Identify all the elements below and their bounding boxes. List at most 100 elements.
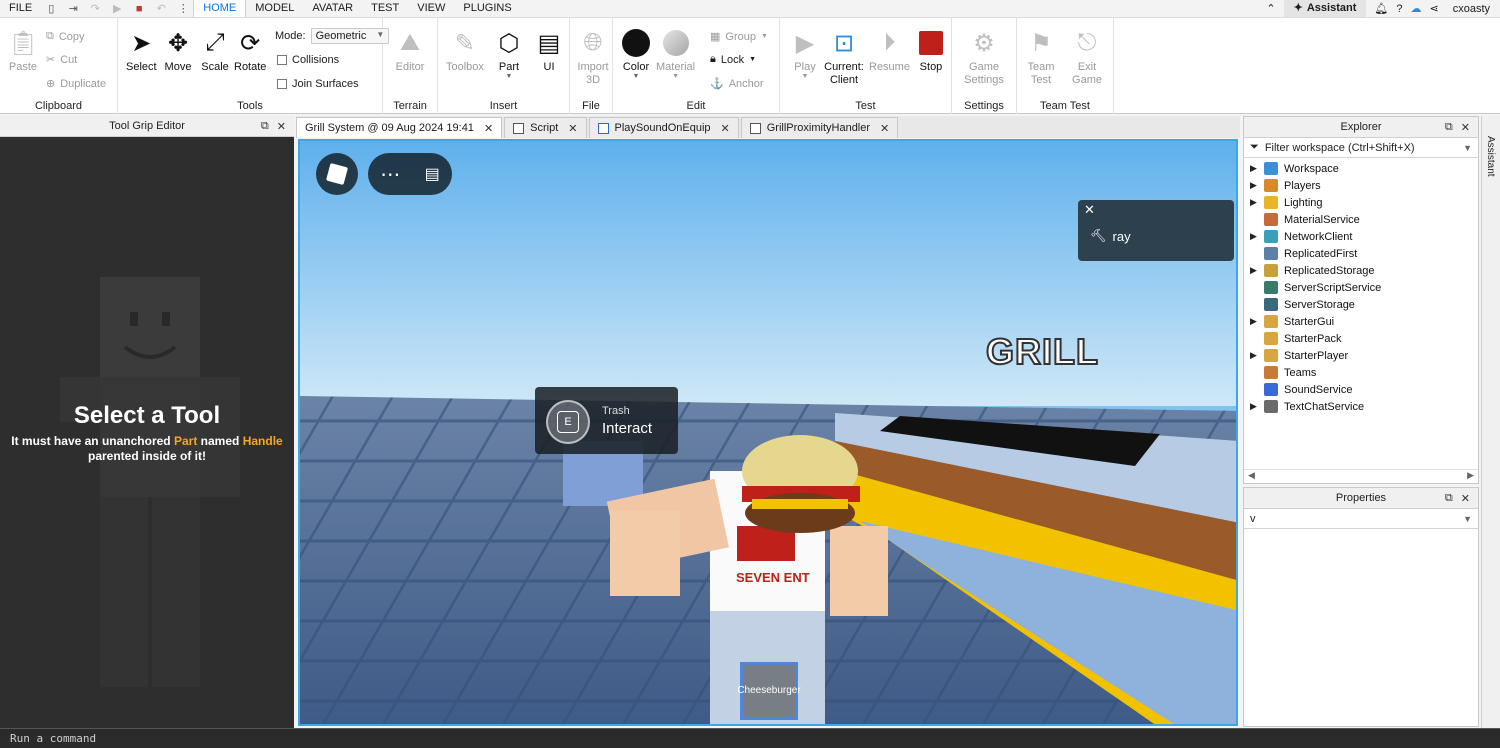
command-input[interactable] — [0, 729, 1500, 748]
import-3d-button[interactable]: 🌐︎ Import 3D — [574, 28, 612, 87]
expand-arrow-icon[interactable]: ▶ — [1250, 197, 1264, 208]
explorer-item-workspace[interactable]: ▶ Workspace — [1244, 160, 1478, 177]
duplicate-button[interactable]: ⊕ Duplicate — [46, 77, 106, 91]
help-icon[interactable]: ? — [1396, 3, 1402, 15]
scale-button[interactable]: ⤢ Scale — [200, 28, 230, 73]
game-settings-button[interactable]: ⚙ Game Settings — [960, 28, 1008, 87]
current-client-button[interactable]: ⊡ Current: Client — [822, 28, 866, 87]
exit-game-button[interactable]: ⎋ Exit Game — [1069, 28, 1105, 87]
expand-arrow-icon[interactable]: ▶ — [1250, 265, 1264, 276]
close-icon[interactable]: ✕ — [721, 122, 730, 135]
expand-arrow-icon[interactable]: ▶ — [1250, 316, 1264, 327]
explorer-filter-input[interactable]: Filter workspace (Ctrl+Shift+X) — [1265, 142, 1415, 154]
play-icon[interactable]: ▶ — [111, 3, 123, 15]
chevron-down-icon[interactable]: ▼ — [1463, 514, 1472, 524]
resume-button[interactable]: ⏵ Resume — [869, 28, 910, 73]
horizontal-scrollbar[interactable]: ◀ ▶ — [1244, 469, 1478, 481]
cloud-icon[interactable]: ☁ — [1410, 2, 1421, 15]
explorer-item-starterpack[interactable]: StarterPack — [1244, 330, 1478, 347]
expand-arrow-icon[interactable]: ▶ — [1250, 350, 1264, 361]
roblox-menu-button[interactable] — [316, 153, 358, 195]
tab-home[interactable]: HOME — [193, 0, 247, 17]
explorer-item-serverstorage[interactable]: ServerStorage — [1244, 296, 1478, 313]
move-button[interactable]: ✥ Move — [163, 28, 193, 74]
tab-model[interactable]: MODEL — [246, 0, 303, 17]
new-file-icon[interactable]: ▯ — [45, 3, 57, 15]
undock-icon[interactable]: ⧉ — [1445, 492, 1453, 505]
explorer-item-starterplayer[interactable]: ▶ StarterPlayer — [1244, 347, 1478, 364]
part-button[interactable]: ⬡ Part ▼ — [494, 28, 524, 81]
expand-arrow-icon[interactable]: ▶ — [1250, 163, 1264, 174]
notifications-icon[interactable]: 🔔︎ — [1374, 2, 1388, 15]
explorer-item-materialservice[interactable]: MaterialService — [1244, 211, 1478, 228]
close-icon[interactable]: ✕ — [1461, 121, 1470, 134]
collapse-ribbon-icon[interactable]: ⌃ — [1266, 2, 1275, 15]
cut-button[interactable]: ✂ Cut — [46, 53, 77, 67]
open-icon[interactable]: ⇥ — [67, 3, 79, 15]
tab-test[interactable]: TEST — [362, 0, 408, 17]
explorer-item-startergui[interactable]: ▶ StarterGui — [1244, 313, 1478, 330]
explorer-item-textchatservice[interactable]: ▶ TextChatService — [1244, 398, 1478, 415]
scroll-right-icon[interactable]: ▶ — [1467, 470, 1474, 481]
explorer-item-lighting[interactable]: ▶ Lighting — [1244, 194, 1478, 211]
mode-select[interactable]: Geometric ▼ — [310, 28, 390, 44]
expand-arrow-icon[interactable]: ▶ — [1250, 401, 1264, 412]
tab-avatar[interactable]: AVATAR — [303, 0, 362, 17]
explorer-filter[interactable]: ⏷ Filter workspace (Ctrl+Shift+X) ▼ — [1244, 138, 1478, 158]
undo-icon[interactable]: ↶ — [155, 3, 167, 15]
rotate-button[interactable]: ⟳ Rotate — [234, 28, 266, 74]
explorer-item-players[interactable]: ▶ Players — [1244, 177, 1478, 194]
group-button[interactable]: ▦ Group ▼ — [710, 30, 768, 44]
anchor-button[interactable]: ⚓ Anchor — [710, 77, 764, 91]
tab-play-sound-on-equip[interactable]: PlaySoundOnEquip ✕ — [588, 117, 739, 138]
share-icon[interactable]: ⋖ — [1429, 2, 1438, 15]
material-button[interactable]: Material ▼ — [656, 28, 695, 80]
tab-grill-system[interactable]: Grill System @ 09 Aug 2024 19:41 ✕ — [296, 117, 503, 138]
undock-icon[interactable]: ⧉ — [1445, 121, 1453, 134]
overflow-icon[interactable]: ⋮ — [177, 3, 189, 15]
scroll-left-icon[interactable]: ◀ — [1248, 470, 1255, 481]
close-icon[interactable]: ✕ — [1084, 202, 1095, 218]
username-button[interactable]: cxoasty — [1453, 3, 1490, 15]
close-icon[interactable]: ✕ — [484, 122, 493, 135]
join-surfaces-checkbox[interactable] — [277, 79, 287, 89]
lock-button[interactable]: 🔒︎ Lock ▼ — [710, 53, 756, 66]
stop-icon[interactable]: ■ — [133, 3, 145, 15]
explorer-item-teams[interactable]: Teams — [1244, 364, 1478, 381]
team-test-button[interactable]: ⚑ Team Test — [1023, 28, 1059, 87]
hotbar-slot[interactable]: Cheeseburger — [737, 662, 801, 720]
properties-filter-input[interactable]: v — [1250, 513, 1256, 525]
tab-view[interactable]: VIEW — [408, 0, 454, 17]
join-surfaces-toggle[interactable]: Join Surfaces — [277, 78, 359, 90]
more-options-icon[interactable]: ⋯ — [380, 162, 400, 187]
select-button[interactable]: ➤ Select — [126, 28, 157, 74]
collisions-checkbox[interactable] — [277, 55, 287, 65]
stop-button[interactable]: Stop — [916, 28, 946, 73]
paste-button[interactable]: 📋︎ Paste — [8, 28, 38, 74]
expand-arrow-icon[interactable]: ▶ — [1250, 180, 1264, 191]
tab-script[interactable]: Script ✕ — [504, 117, 587, 138]
proximity-prompt[interactable]: E Trash Interact — [535, 387, 678, 454]
close-icon[interactable]: ✕ — [568, 122, 577, 135]
tab-grill-proximity-handler[interactable]: GrillProximityHandler ✕ — [740, 117, 899, 138]
close-icon[interactable]: ✕ — [277, 120, 286, 133]
ui-button[interactable]: ▤ UI — [534, 28, 564, 74]
chat-icon[interactable]: ▤ — [425, 164, 440, 184]
collisions-toggle[interactable]: Collisions — [277, 54, 339, 66]
explorer-item-replicatedfirst[interactable]: ReplicatedFirst — [1244, 245, 1478, 262]
close-icon[interactable]: ✕ — [880, 122, 889, 135]
color-button[interactable]: Color ▼ — [621, 28, 651, 80]
undock-icon[interactable]: ⧉ — [261, 120, 269, 133]
toolbox-button[interactable]: ✎ Toolbox — [446, 28, 484, 74]
explorer-item-replicatedstorage[interactable]: ▶ ReplicatedStorage — [1244, 262, 1478, 279]
properties-filter[interactable]: v ▼ — [1244, 509, 1478, 529]
assistant-button[interactable]: ✦ Assistant — [1283, 0, 1367, 17]
redo-icon[interactable]: ↷ — [89, 3, 101, 15]
assistant-side-tab[interactable]: Assistant — [1481, 116, 1500, 728]
play-button[interactable]: ▶ Play ▼ — [790, 28, 820, 81]
copy-button[interactable]: ⧉ Copy — [46, 30, 85, 43]
close-icon[interactable]: ✕ — [1461, 492, 1470, 505]
tab-plugins[interactable]: PLUGINS — [454, 0, 520, 17]
game-viewport[interactable]: SEVEN ENT ⋯ ▤ ✕ 🔨︎ ray E Trash Interact … — [298, 139, 1238, 726]
explorer-item-soundservice[interactable]: SoundService — [1244, 381, 1478, 398]
